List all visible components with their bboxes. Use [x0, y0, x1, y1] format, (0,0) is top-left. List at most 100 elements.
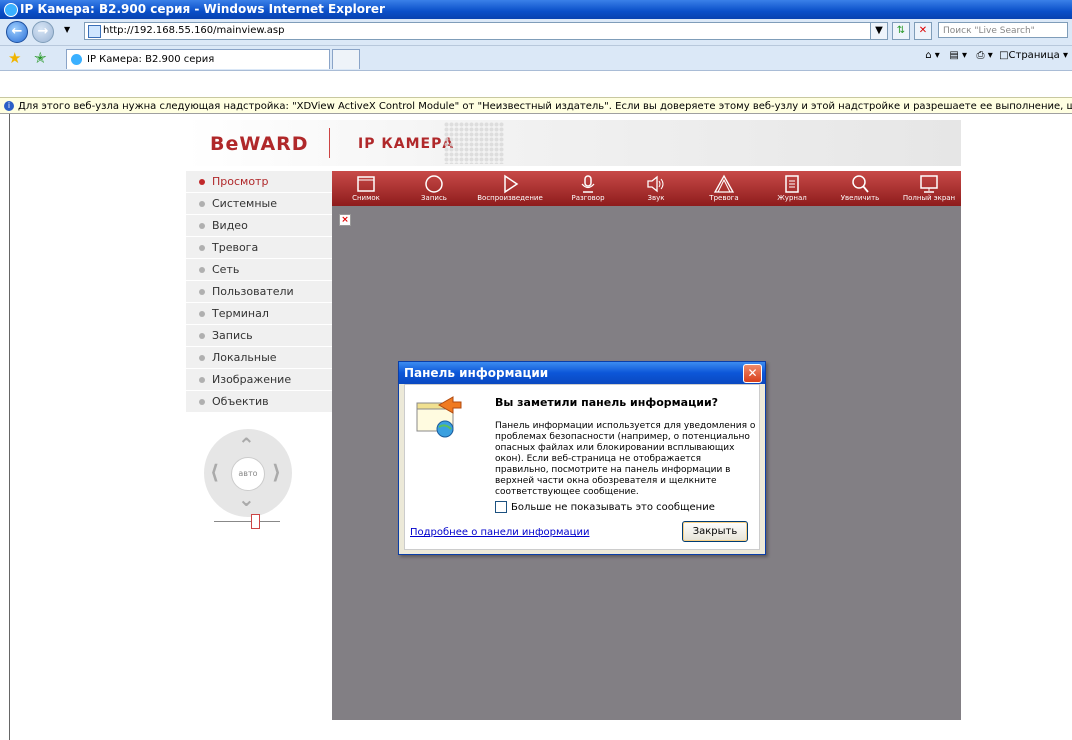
sidebar-item-label: Терминал: [212, 307, 269, 320]
bullet-icon: [199, 267, 205, 273]
bullet-icon: [199, 289, 205, 295]
favorites-star-icon[interactable]: ★: [8, 49, 21, 67]
information-bar[interactable]: i Для этого веб-узла нужна следующая над…: [0, 97, 1072, 114]
sidebar-item-label: Сеть: [212, 263, 240, 276]
toolbar-label: Снимок: [352, 194, 380, 202]
dialog-title: Панель информации: [404, 366, 549, 380]
sidebar-item-lens[interactable]: Объектив: [186, 391, 332, 412]
checkbox-box[interactable]: [495, 501, 507, 513]
bullet-icon: [199, 245, 205, 251]
sidebar-item-alarm[interactable]: Тревога: [186, 237, 332, 258]
ie-icon: [71, 54, 82, 65]
sidebar-menu: Просмотр Системные Видео Тревога Сеть По…: [186, 171, 332, 413]
sidebar-item-users[interactable]: Пользователи: [186, 281, 332, 302]
ptz-up-icon[interactable]: ⌃: [238, 433, 255, 457]
information-bar-dialog: Панель информации ✕ Вы заметили панель и…: [398, 361, 766, 555]
dialog-body: Вы заметили панель информации? Панель ин…: [404, 384, 760, 550]
alarm-button[interactable]: Тревога: [694, 171, 754, 206]
sidebar-item-record[interactable]: Запись: [186, 325, 332, 346]
log-button[interactable]: Журнал: [762, 171, 822, 206]
sidebar-item-local[interactable]: Локальные: [186, 347, 332, 368]
play-icon: [504, 174, 519, 194]
search-input[interactable]: Поиск "Live Search": [938, 22, 1068, 38]
toolbar-label: Увеличить: [840, 194, 880, 202]
address-bar-row: ← → ▼ http://192.168.55.160/mainview.asp…: [0, 19, 1072, 46]
fullscreen-button[interactable]: Полный экран: [898, 171, 960, 206]
broken-plugin-icon: ×: [339, 214, 351, 226]
address-text: http://192.168.55.160/mainview.asp: [103, 25, 285, 36]
microphone-icon: [581, 175, 595, 193]
close-button[interactable]: Закрыть: [682, 521, 748, 542]
history-dropdown-icon[interactable]: ▼: [64, 25, 70, 34]
information-bar-text: Для этого веб-узла нужна следующая надст…: [18, 101, 1072, 112]
close-icon[interactable]: ✕: [743, 364, 762, 383]
snapshot-icon: [357, 176, 375, 192]
playback-button[interactable]: Воспроизведение: [472, 171, 548, 206]
dialog-message: Панель информации используется для уведо…: [495, 421, 756, 497]
zoom-icon: [852, 175, 869, 193]
sidebar-item-image[interactable]: Изображение: [186, 369, 332, 390]
forward-button[interactable]: →: [32, 21, 54, 43]
toolbar-label: Тревога: [709, 194, 739, 202]
stop-button[interactable]: ✕: [914, 22, 932, 40]
bullet-icon: [199, 333, 205, 339]
tab-camera[interactable]: IP Камера: B2.900 серия: [66, 49, 330, 69]
feeds-icon[interactable]: ▤: [949, 50, 958, 61]
tab-new[interactable]: [332, 49, 360, 69]
sidebar-item-label: Пользователи: [212, 285, 294, 298]
header-divider: [329, 128, 330, 158]
toolbar-label: Полный экран: [902, 194, 956, 202]
ptz-auto-button[interactable]: авто: [231, 457, 265, 491]
fullscreen-icon: [920, 175, 938, 193]
checkbox-label: Больше не показывать это сообщение: [511, 502, 715, 513]
add-favorites-icon[interactable]: ✭: [34, 49, 47, 67]
bullet-icon: [199, 201, 205, 207]
window-title: IP Камера: B2.900 серия - Windows Intern…: [20, 2, 385, 16]
record-icon: [425, 175, 443, 193]
bullet-icon: [199, 311, 205, 317]
log-icon: [785, 175, 799, 193]
ptz-control: ⌃ ⌄ ⟨ ⟩ авто: [204, 429, 292, 517]
sound-button[interactable]: Звук: [626, 171, 686, 206]
sidebar-item-label: Видео: [212, 219, 248, 232]
back-button[interactable]: ←: [6, 21, 28, 43]
ptz-right-icon[interactable]: ⟩: [272, 460, 281, 484]
sidebar-item-label: Просмотр: [212, 175, 269, 188]
page-icon: □: [999, 50, 1009, 61]
information-bar-icon: [416, 396, 462, 438]
globe-graphic: [444, 122, 504, 164]
page-menu-button[interactable]: □Страница ▾: [999, 50, 1068, 61]
print-icon[interactable]: ⎙: [977, 50, 985, 61]
page-icon: [88, 25, 101, 38]
header-title: IP КАМЕРА: [358, 136, 455, 152]
tabs-bar: ★ ✭ IP Камера: B2.900 серия ⌂ ▾ ▤ ▾ ⎙ ▾ …: [0, 46, 1072, 71]
page-header: BeWARD IP КАМЕРА: [186, 120, 961, 166]
dialog-question: Вы заметили панель информации?: [495, 396, 719, 409]
sidebar-item-label: Объектив: [212, 395, 269, 408]
toolbar-label: Запись: [421, 194, 447, 202]
ptz-left-icon[interactable]: ⟨: [210, 460, 219, 484]
page-frame-line: [9, 114, 10, 740]
sidebar-item-video[interactable]: Видео: [186, 215, 332, 236]
zoom-button[interactable]: Увеличить: [830, 171, 890, 206]
snapshot-button[interactable]: Снимок: [336, 171, 396, 206]
zoom-slider-thumb[interactable]: [251, 514, 260, 529]
refresh-button[interactable]: ⇅: [892, 22, 910, 40]
toolbar-label: Разговор: [571, 194, 605, 202]
address-dropdown-button[interactable]: ▼: [870, 22, 888, 40]
bullet-icon: [199, 399, 205, 405]
talk-button[interactable]: Разговор: [558, 171, 618, 206]
record-button[interactable]: Запись: [404, 171, 464, 206]
sidebar-item-view[interactable]: Просмотр: [186, 171, 332, 192]
zoom-slider-track[interactable]: [214, 521, 280, 522]
home-icon[interactable]: ⌂: [925, 50, 931, 61]
window-titlebar: IP Камера: B2.900 серия - Windows Intern…: [0, 0, 1072, 19]
sidebar-item-network[interactable]: Сеть: [186, 259, 332, 280]
more-info-link[interactable]: Подробнее о панели информации: [410, 527, 589, 538]
brand-logo: BeWARD: [210, 133, 309, 155]
dont-show-checkbox[interactable]: Больше не показывать это сообщение: [495, 501, 715, 513]
sidebar-item-system[interactable]: Системные: [186, 193, 332, 214]
address-input[interactable]: http://192.168.55.160/mainview.asp: [84, 22, 880, 40]
ie-icon: [4, 3, 18, 17]
sidebar-item-terminal[interactable]: Терминал: [186, 303, 332, 324]
